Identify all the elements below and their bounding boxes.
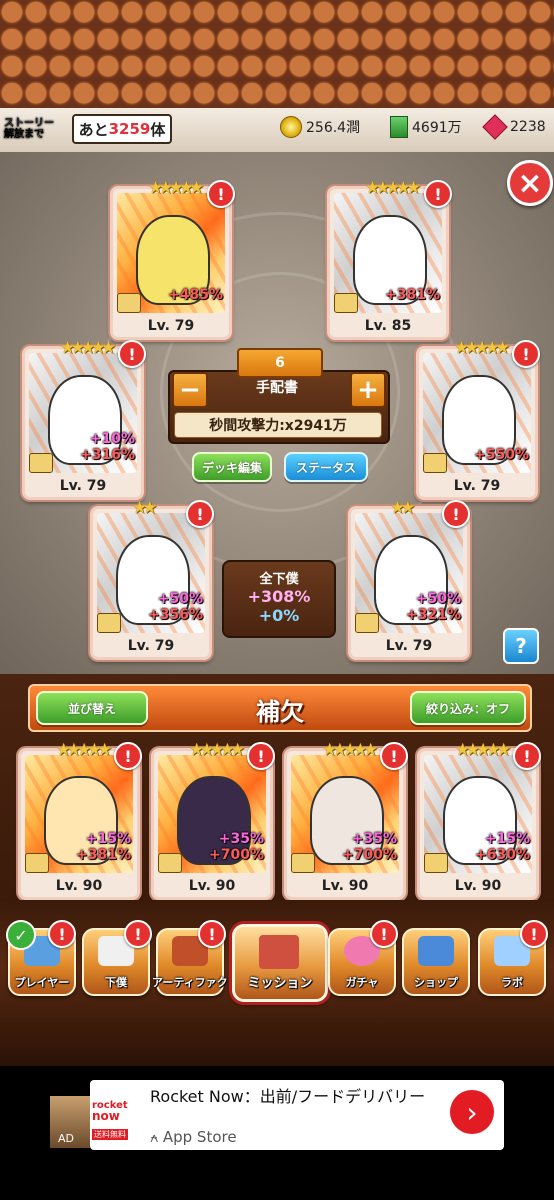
star-rating: ★★★★★	[322, 740, 378, 760]
coin-icon	[280, 116, 302, 138]
class-icon	[424, 853, 448, 873]
ad-badge: AD	[58, 1132, 74, 1145]
class-icon	[29, 453, 53, 473]
star-rating: ★★	[390, 498, 415, 518]
mission-house-icon	[259, 935, 299, 969]
reserve-card-4[interactable]: +15% +630% Lv. 90	[417, 748, 539, 900]
deck-card-4[interactable]: +550% Lv. 79	[416, 346, 538, 500]
class-icon	[97, 613, 121, 633]
star-rating: ★★★★★	[455, 740, 511, 760]
app-store-icon: ⍲	[150, 1130, 163, 1146]
alert-icon: !	[424, 180, 452, 208]
reserve-card-2[interactable]: +35% +700% Lv. 90	[151, 748, 273, 900]
nav-mission-button[interactable]: ミッション	[232, 924, 328, 1002]
top-bun-band	[0, 0, 554, 108]
deck-card-6[interactable]: +50% +321% Lv. 79	[348, 506, 470, 660]
alert-icon: !	[124, 920, 152, 948]
class-icon	[291, 853, 315, 873]
star-rating: ★★★★★	[454, 338, 510, 358]
alert-icon: !	[520, 920, 548, 948]
class-icon	[334, 293, 358, 313]
class-icon	[158, 853, 182, 873]
star-rating: ★★★★★	[56, 740, 112, 760]
help-button[interactable]: ?	[503, 628, 539, 664]
class-icon	[25, 853, 49, 873]
star-rating: ★★★★★	[365, 178, 421, 198]
ad-store: ⍲ App Store	[150, 1128, 237, 1146]
coin-resource: 256.4澗	[280, 114, 360, 140]
remaining-count: 3259	[108, 120, 151, 138]
book-icon	[390, 116, 408, 138]
deck-edit-button[interactable]: デッキ編集	[192, 452, 272, 482]
deck-card-2[interactable]: +381% Lv. 85	[327, 186, 449, 340]
all-servants-summary: 全下僕 +308% +0%	[222, 560, 336, 638]
class-icon	[117, 293, 141, 313]
deck-card-3[interactable]: +10% +316% Lv. 79	[22, 346, 144, 500]
book-resource: 4691万	[390, 114, 462, 140]
alert-icon: !	[186, 500, 214, 528]
ad-title: Rocket Now：出前/フードデリバリー	[150, 1087, 426, 1106]
filter-button[interactable]: 絞り込み：オフ	[410, 691, 526, 725]
attack-power: 秒間攻撃力:x2941万	[174, 412, 382, 438]
gem-icon	[482, 114, 508, 140]
ad-open-button[interactable]: ›	[450, 1090, 494, 1134]
alert-icon: !	[512, 340, 540, 368]
nav-shop-button[interactable]: ショップ	[402, 928, 470, 996]
alert-icon: !	[118, 340, 146, 368]
alert-icon: !	[198, 920, 226, 948]
deck-name: 手配書	[256, 380, 298, 396]
reserve-card-1[interactable]: +15% +381% Lv. 90	[18, 748, 140, 900]
story-unlock-label: ストーリー 解放まで	[4, 118, 54, 140]
remaining-counter: あと 3259 体	[72, 114, 172, 144]
status-button[interactable]: ステータス	[284, 452, 368, 482]
alert-icon: !	[207, 180, 235, 208]
rocket-now-logo: rocket now 送料無料	[92, 1100, 128, 1140]
deck-card-1[interactable]: +485% Lv. 79	[110, 186, 232, 340]
alert-icon: !	[513, 742, 541, 770]
deck-number: 6	[237, 348, 323, 378]
close-button[interactable]: ×	[507, 160, 553, 206]
alert-icon: !	[442, 500, 470, 528]
class-icon	[355, 613, 379, 633]
star-rating: ★★★★★	[60, 338, 116, 358]
deck-card-5[interactable]: +50% +356% Lv. 79	[90, 506, 212, 660]
class-icon	[423, 453, 447, 473]
reserve-card-3[interactable]: +35% +700% Lv. 90	[284, 748, 406, 900]
shop-icon	[418, 936, 454, 966]
alert-icon: !	[247, 742, 275, 770]
alert-icon: !	[380, 742, 408, 770]
check-badge-icon: ✓	[6, 920, 36, 950]
sort-button[interactable]: 並び替え	[36, 691, 148, 725]
star-rating: ★★	[132, 498, 157, 518]
star-rating: ★★★★★	[148, 178, 204, 198]
gem-resource: 2238	[482, 114, 546, 140]
star-rating: ★★★★★	[189, 740, 245, 760]
alert-icon: !	[370, 920, 398, 948]
alert-icon: !	[114, 742, 142, 770]
alert-icon: !	[48, 920, 76, 948]
